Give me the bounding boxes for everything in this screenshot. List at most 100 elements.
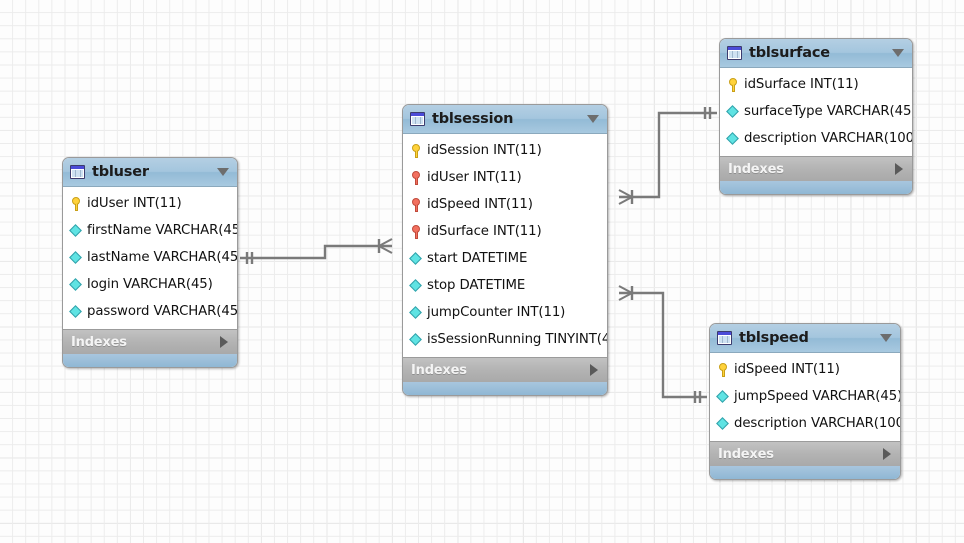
table-header-tblsurface[interactable]: tblsurface — [720, 39, 912, 68]
table-icon — [410, 112, 425, 126]
chevron-right-icon[interactable] — [895, 163, 903, 175]
table-icon — [70, 165, 85, 179]
column-label: description VARCHAR(100) — [744, 131, 913, 146]
column-row[interactable]: stop DATETIME — [403, 272, 607, 299]
primary-key-icon — [410, 143, 423, 159]
table-header-tbluser[interactable]: tbluser — [63, 158, 237, 187]
table-tblsession[interactable]: tblsession idSession INT(11) idUser INT(11… — [402, 104, 608, 396]
table-tblsurface[interactable]: tblsurface idSurface INT(11) surfaceType V… — [719, 38, 913, 195]
table-name-label: tblsurface — [749, 45, 830, 61]
column-label: idUser INT(11) — [427, 170, 522, 185]
column-row[interactable]: idSession INT(11) — [403, 137, 607, 164]
column-icon — [727, 131, 740, 147]
table-name-label: tblspeed — [739, 330, 809, 346]
column-icon — [70, 250, 83, 266]
column-label: firstName VARCHAR(45) — [87, 223, 238, 238]
indexes-label: Indexes — [728, 161, 784, 177]
column-row[interactable]: idSpeed INT(11) — [710, 356, 900, 383]
column-icon — [717, 416, 730, 432]
column-icon — [410, 332, 423, 348]
column-label: lastName VARCHAR(45) — [87, 250, 238, 265]
table-footer — [63, 354, 237, 367]
column-list: idUser INT(11) firstName VARCHAR(45) lastN… — [63, 187, 237, 329]
column-icon — [410, 278, 423, 294]
column-row[interactable]: jumpCounter INT(11) — [403, 299, 607, 326]
relationship-rel-user-session[interactable] — [240, 238, 393, 264]
chevron-right-icon[interactable] — [590, 364, 598, 376]
foreign-key-icon — [410, 224, 423, 240]
column-label: jumpSpeed VARCHAR(45) — [734, 389, 901, 404]
table-tblspeed[interactable]: tblspeed idSpeed INT(11) jumpSpeed VARCHAR… — [709, 323, 901, 480]
column-label: surfaceType VARCHAR(45) — [744, 104, 913, 119]
chevron-right-icon[interactable] — [220, 336, 228, 348]
indexes-label: Indexes — [718, 446, 774, 462]
column-row[interactable]: idSurface INT(11) — [403, 218, 607, 245]
column-label: isSessionRunning TINYINT(4) — [427, 332, 608, 347]
column-row[interactable]: surfaceType VARCHAR(45) — [720, 98, 912, 125]
column-label: description VARCHAR(100) — [734, 416, 901, 431]
column-label: idSpeed INT(11) — [734, 362, 840, 377]
column-label: idSurface INT(11) — [427, 224, 542, 239]
column-label: jumpCounter INT(11) — [427, 305, 566, 320]
primary-key-icon — [70, 196, 83, 212]
chevron-right-icon[interactable] — [883, 448, 891, 460]
column-row[interactable]: idSurface INT(11) — [720, 71, 912, 98]
indexes-section-tbluser[interactable]: Indexes — [63, 329, 237, 354]
column-label: idSession INT(11) — [427, 143, 542, 158]
column-label: login VARCHAR(45) — [87, 277, 213, 292]
indexes-label: Indexes — [71, 334, 127, 350]
primary-key-icon — [727, 77, 740, 93]
table-header-tblspeed[interactable]: tblspeed — [710, 324, 900, 353]
column-row[interactable]: jumpSpeed VARCHAR(45) — [710, 383, 900, 410]
column-list: idSpeed INT(11) jumpSpeed VARCHAR(45) desc… — [710, 353, 900, 441]
relationship-rel-surface-session[interactable] — [618, 107, 717, 205]
foreign-key-icon — [410, 197, 423, 213]
chevron-down-icon[interactable] — [892, 49, 904, 57]
chevron-down-icon[interactable] — [217, 168, 229, 176]
foreign-key-icon — [410, 170, 423, 186]
column-row[interactable]: description VARCHAR(100) — [720, 125, 912, 152]
indexes-section-tblsession[interactable]: Indexes — [403, 357, 607, 382]
column-row[interactable]: login VARCHAR(45) — [63, 271, 237, 298]
column-row[interactable]: idSpeed INT(11) — [403, 191, 607, 218]
primary-key-icon — [717, 362, 730, 378]
table-footer — [710, 466, 900, 479]
table-name-label: tblsession — [432, 111, 514, 127]
column-row[interactable]: description VARCHAR(100) — [710, 410, 900, 437]
column-icon — [717, 389, 730, 405]
table-footer — [720, 181, 912, 194]
column-row[interactable]: isSessionRunning TINYINT(4) — [403, 326, 607, 353]
table-icon — [717, 331, 732, 345]
table-tbluser[interactable]: tbluser idUser INT(11) firstName VARCHAR(4… — [62, 157, 238, 368]
column-icon — [410, 305, 423, 321]
column-label: idUser INT(11) — [87, 196, 182, 211]
column-list: idSession INT(11) idUser INT(11) idSpeed I… — [403, 134, 607, 357]
column-label: start DATETIME — [427, 251, 528, 266]
column-row[interactable]: idUser INT(11) — [63, 190, 237, 217]
column-icon — [410, 251, 423, 267]
table-icon — [727, 46, 742, 60]
relationship-rel-speed-session[interactable] — [618, 285, 707, 403]
column-icon — [70, 223, 83, 239]
eer-diagram-canvas[interactable]: tbluser idUser INT(11) firstName VARCHAR(4… — [0, 0, 964, 543]
indexes-label: Indexes — [411, 362, 467, 378]
column-label: stop DATETIME — [427, 278, 526, 293]
chevron-down-icon[interactable] — [587, 115, 599, 123]
column-icon — [727, 104, 740, 120]
column-icon — [70, 277, 83, 293]
table-header-tblsession[interactable]: tblsession — [403, 105, 607, 134]
table-name-label: tbluser — [92, 164, 149, 180]
column-row[interactable]: firstName VARCHAR(45) — [63, 217, 237, 244]
column-row[interactable]: password VARCHAR(45) — [63, 298, 237, 325]
indexes-section-tblspeed[interactable]: Indexes — [710, 441, 900, 466]
column-row[interactable]: idUser INT(11) — [403, 164, 607, 191]
column-row[interactable]: start DATETIME — [403, 245, 607, 272]
chevron-down-icon[interactable] — [880, 334, 892, 342]
column-label: idSpeed INT(11) — [427, 197, 533, 212]
column-icon — [70, 304, 83, 320]
table-footer — [403, 382, 607, 395]
column-row[interactable]: lastName VARCHAR(45) — [63, 244, 237, 271]
column-list: idSurface INT(11) surfaceType VARCHAR(45)… — [720, 68, 912, 156]
indexes-section-tblsurface[interactable]: Indexes — [720, 156, 912, 181]
column-label: idSurface INT(11) — [744, 77, 859, 92]
